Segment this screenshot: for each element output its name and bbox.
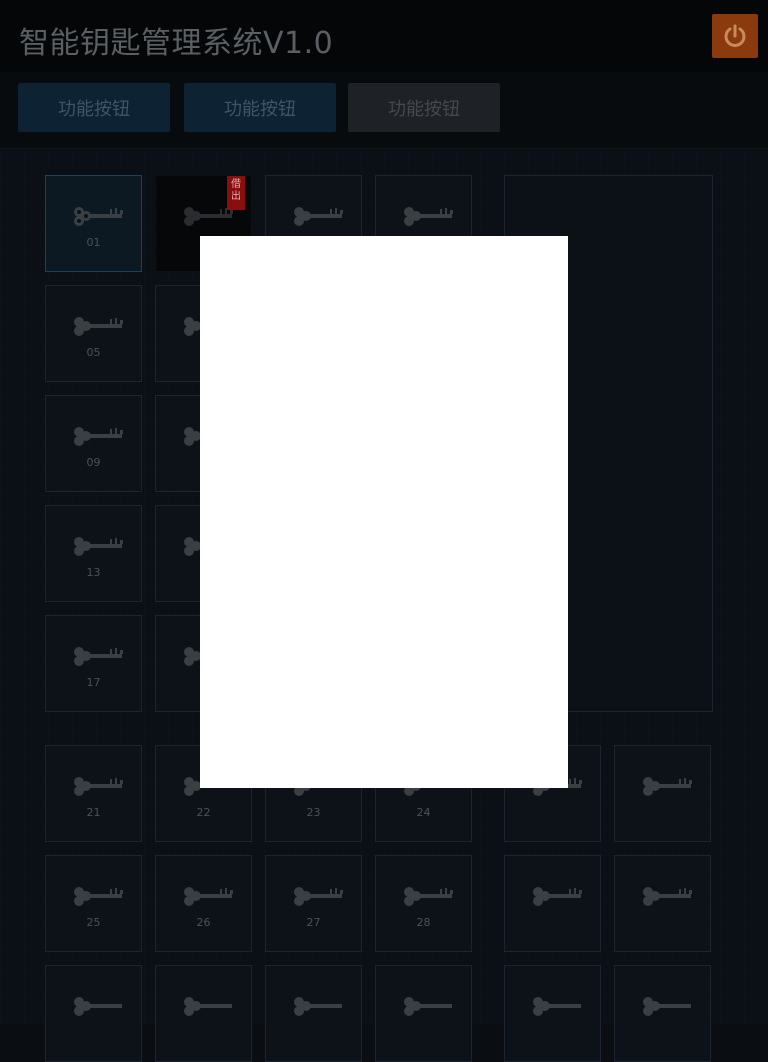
key-icon xyxy=(184,997,232,1016)
slot-number: 28 xyxy=(416,916,431,929)
slot-number: 01 xyxy=(86,236,101,249)
slot-number: 27 xyxy=(306,916,321,929)
slot-number: 26 xyxy=(196,916,211,929)
key-icon xyxy=(404,887,453,906)
key-icon xyxy=(404,207,453,226)
borrowed-tag: 借出 xyxy=(227,176,245,210)
power-button[interactable] xyxy=(712,14,758,58)
key-slot-25[interactable]: 25 xyxy=(45,855,142,952)
key-icon xyxy=(74,997,122,1016)
key-icon xyxy=(74,427,123,446)
function-button-1[interactable]: 功能按钮 xyxy=(18,83,170,132)
key-slot[interactable] xyxy=(265,965,362,1062)
function-button-2[interactable]: 功能按钮 xyxy=(184,83,336,132)
key-slot[interactable] xyxy=(375,965,472,1062)
key-icon xyxy=(294,207,343,226)
key-icon xyxy=(404,997,452,1016)
popup-dialog[interactable] xyxy=(200,236,568,788)
key-icon xyxy=(74,647,123,666)
slot-number: 13 xyxy=(86,566,101,579)
slot-number: 17 xyxy=(86,676,101,689)
key-slot-17[interactable]: 17 xyxy=(45,615,142,712)
app-title: 智能钥匙管理系统V1.0 xyxy=(19,26,334,61)
key-slot[interactable] xyxy=(614,745,711,842)
function-button-3[interactable]: 功能按钮 xyxy=(348,83,500,132)
key-icon xyxy=(74,537,123,556)
key-slot-21[interactable]: 21 xyxy=(45,745,142,842)
slot-number: 23 xyxy=(306,806,321,819)
title-bar: 智能钥匙管理系统V1.0 xyxy=(0,0,768,73)
key-icon xyxy=(643,997,691,1016)
key-slot-26[interactable]: 26 xyxy=(155,855,252,952)
slot-number: 24 xyxy=(416,806,431,819)
key-slot-01[interactable]: 01 xyxy=(45,175,142,272)
power-icon xyxy=(724,24,746,47)
key-slot[interactable] xyxy=(45,965,142,1062)
key-icon xyxy=(74,887,123,906)
key-slot-09[interactable]: 09 xyxy=(45,395,142,492)
key-icon xyxy=(294,997,342,1016)
slot-number: 05 xyxy=(86,346,101,359)
slot-number: 25 xyxy=(86,916,101,929)
key-slot[interactable] xyxy=(614,855,711,952)
key-icon xyxy=(533,887,582,906)
key-slot-27[interactable]: 27 xyxy=(265,855,362,952)
key-slot[interactable] xyxy=(504,855,601,952)
key-slot[interactable] xyxy=(504,965,601,1062)
toolbar: 功能按钮 功能按钮 功能按钮 xyxy=(0,72,768,149)
key-slot[interactable] xyxy=(155,965,252,1062)
key-slot[interactable] xyxy=(614,965,711,1062)
key-slot-13[interactable]: 13 xyxy=(45,505,142,602)
key-slot-05[interactable]: 05 xyxy=(45,285,142,382)
key-icon xyxy=(643,777,692,796)
slot-number: 22 xyxy=(196,806,211,819)
key-icon xyxy=(643,887,692,906)
key-icon xyxy=(74,777,123,796)
key-icon xyxy=(74,207,123,226)
slot-number: 21 xyxy=(86,806,101,819)
key-icon xyxy=(533,997,581,1016)
key-slot-28[interactable]: 28 xyxy=(375,855,472,952)
key-icon xyxy=(294,887,343,906)
key-icon xyxy=(184,887,233,906)
slot-number: 09 xyxy=(86,456,101,469)
key-icon xyxy=(74,317,123,336)
